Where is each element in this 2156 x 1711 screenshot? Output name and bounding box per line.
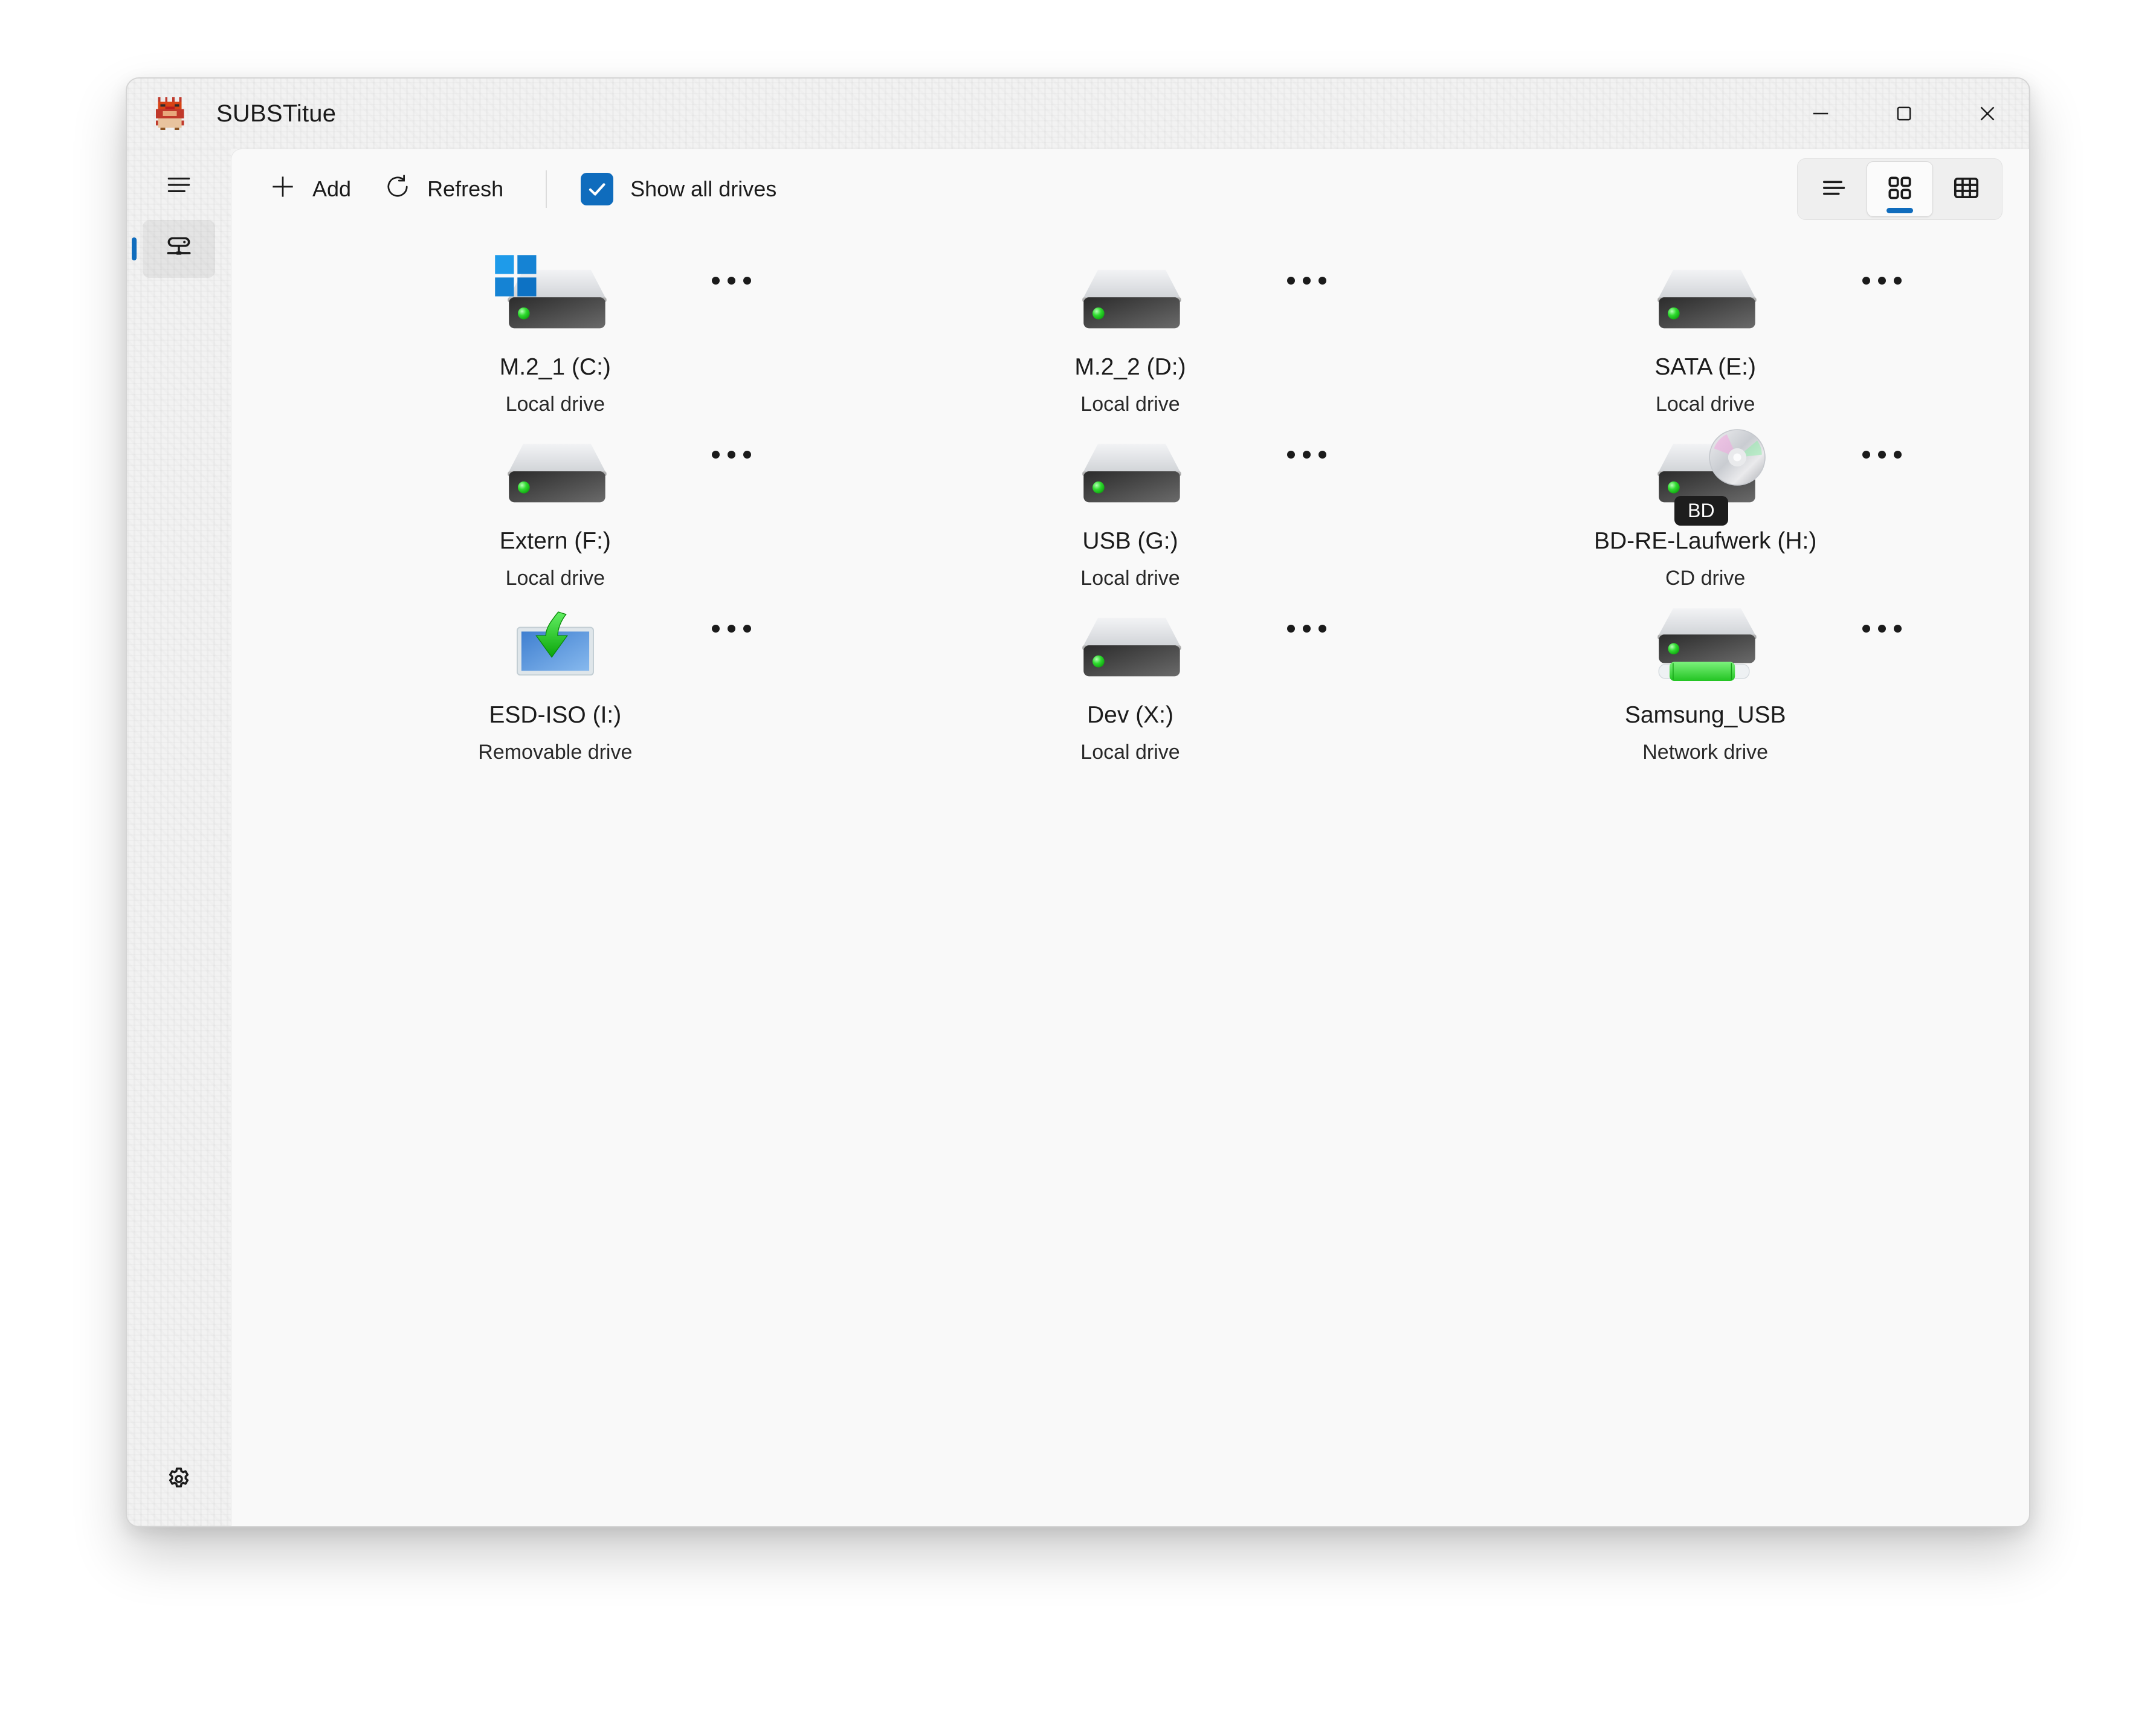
refresh-icon (382, 172, 413, 207)
sidebar (127, 149, 231, 1526)
drive-more-options-button[interactable] (1859, 263, 1905, 298)
drive-tile[interactable]: ESD-ISO (I:) Removable drive (268, 590, 843, 764)
drive-more-options-button[interactable] (709, 437, 755, 472)
drive-optical-icon: BD (1636, 422, 1775, 526)
view-mode-switcher (1797, 158, 2003, 220)
drive-type: Local drive (1080, 741, 1180, 764)
drive-type: Removable drive (478, 741, 633, 764)
drive-type: CD drive (1665, 567, 1746, 590)
drive-network-icon (1636, 596, 1775, 694)
gear-icon (164, 1464, 193, 1497)
drive-tile[interactable]: Dev (X:) Local drive (843, 590, 1418, 764)
drive-type: Local drive (505, 567, 605, 590)
app-window: SUBSTitue Add Refresh Show all drives M.… (126, 77, 2030, 1527)
app-title: SUBSTitue (216, 100, 337, 127)
drive-icon (1060, 422, 1199, 520)
drive-name: M.2_1 (C:) (499, 354, 611, 380)
drive-type: Local drive (1080, 393, 1180, 416)
command-bar: Add Refresh Show all drives (231, 149, 2029, 229)
drive-tile[interactable]: M.2_1 (C:) Local drive (268, 242, 843, 416)
drive-type: Local drive (1080, 567, 1180, 590)
drive-name: BD-RE-Laufwerk (H:) (1593, 528, 1817, 554)
drive-icon (486, 422, 625, 520)
mounted-image-icon (486, 596, 625, 694)
hamburger-menu-button[interactable] (143, 156, 215, 214)
content-pane: Add Refresh Show all drives M.2_1 (C:) L… (231, 149, 2029, 1526)
add-button[interactable]: Add (252, 165, 367, 213)
drive-windows-icon (486, 248, 625, 346)
show-all-drives-label: Show all drives (630, 176, 777, 201)
window-body: Add Refresh Show all drives M.2_1 (C:) L… (127, 149, 2029, 1526)
grid-view-icon (1885, 173, 1915, 206)
drive-badge: BD (1674, 496, 1728, 526)
drive-name: M.2_2 (D:) (1074, 354, 1186, 380)
view-mode-list-button[interactable] (1800, 161, 1867, 217)
drive-name: Extern (F:) (499, 528, 611, 554)
network-drive-icon (164, 233, 194, 266)
drive-more-options-button[interactable] (709, 611, 755, 646)
view-mode-grid-button[interactable] (1867, 161, 1933, 217)
view-mode-table-button[interactable] (1933, 161, 1999, 217)
table-view-icon (1951, 172, 1982, 207)
drive-grid-scroll[interactable]: M.2_1 (C:) Local drive M.2_2 (D:) Local dr… (231, 229, 2029, 1526)
pixel-creature-icon (151, 95, 189, 132)
plus-icon (268, 172, 298, 207)
drive-icon (1636, 248, 1775, 346)
drive-tile[interactable]: M.2_2 (D:) Local drive (843, 242, 1418, 416)
show-all-drives-checkbox[interactable]: Show all drives (571, 165, 786, 213)
drive-name: USB (G:) (1082, 528, 1178, 554)
drive-name: SATA (E:) (1654, 354, 1756, 380)
drive-more-options-button[interactable] (1283, 263, 1329, 298)
settings-button[interactable] (143, 1451, 215, 1509)
drive-type: Local drive (1655, 393, 1755, 416)
list-view-icon (1818, 172, 1849, 207)
drive-tile[interactable]: USB (G:) Local drive (843, 416, 1418, 590)
window-controls (1779, 79, 2029, 149)
drive-name: ESD-ISO (I:) (489, 702, 622, 728)
drive-grid: M.2_1 (C:) Local drive M.2_2 (D:) Local dr… (231, 242, 2029, 764)
drive-tile[interactable]: BD BD-RE-Laufwerk (H:) CD drive (1418, 416, 1993, 590)
drive-more-options-button[interactable] (1859, 611, 1905, 646)
refresh-button-label: Refresh (427, 176, 504, 201)
refresh-button[interactable]: Refresh (367, 165, 519, 213)
drive-name: Samsung_USB (1624, 702, 1786, 728)
drive-more-options-button[interactable] (709, 263, 755, 298)
drive-type: Local drive (505, 393, 605, 416)
add-button-label: Add (312, 176, 352, 201)
maximize-button[interactable] (1862, 79, 1946, 149)
drive-tile[interactable]: Samsung_USB Network drive (1418, 590, 1993, 764)
minimize-button[interactable] (1779, 79, 1862, 149)
drive-more-options-button[interactable] (1283, 611, 1329, 646)
checkbox-box (581, 173, 614, 205)
drive-icon (1060, 248, 1199, 346)
drive-type: Network drive (1642, 741, 1769, 764)
drive-more-options-button[interactable] (1859, 437, 1905, 472)
drive-icon (1060, 596, 1199, 694)
sidebar-item-drives[interactable] (143, 220, 215, 278)
drive-tile[interactable]: SATA (E:) Local drive (1418, 242, 1993, 416)
drive-tile[interactable]: Extern (F:) Local drive (268, 416, 843, 590)
toolbar-divider (546, 170, 547, 208)
drive-name: Dev (X:) (1086, 702, 1173, 728)
close-button[interactable] (1946, 79, 2029, 149)
drive-more-options-button[interactable] (1283, 437, 1329, 472)
title-bar[interactable]: SUBSTitue (127, 79, 2029, 149)
